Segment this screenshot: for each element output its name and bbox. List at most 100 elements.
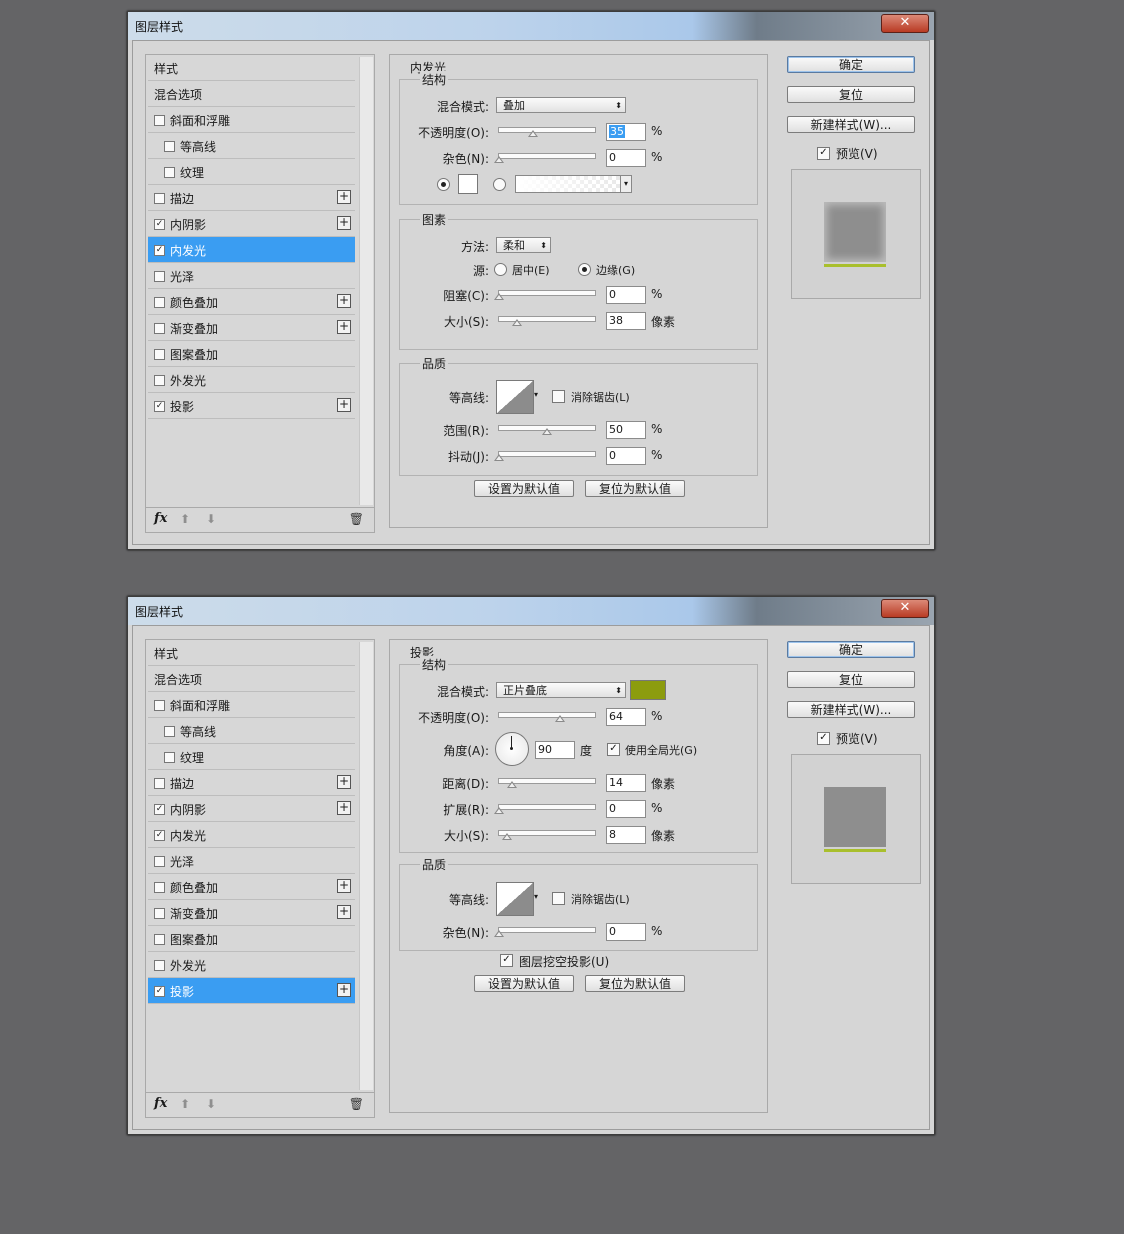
- antialias-checkbox[interactable]: [552, 390, 565, 403]
- trash-icon[interactable]: 🗑: [349, 1097, 364, 1111]
- choke-input[interactable]: 0: [606, 286, 646, 304]
- source-edge-radio[interactable]: [578, 263, 591, 276]
- list-item-texture[interactable]: 纹理: [148, 744, 355, 770]
- list-item-inner-shadow[interactable]: ✓ 内阴影 +: [148, 211, 355, 237]
- checkbox[interactable]: [164, 752, 175, 763]
- add-effect-button[interactable]: +: [337, 801, 351, 815]
- list-item-pattern-overlay[interactable]: 图案叠加: [148, 926, 355, 952]
- fx-icon[interactable]: fx: [154, 1096, 167, 1111]
- list-item-satin[interactable]: 光泽: [148, 848, 355, 874]
- list-item-gradient-overlay[interactable]: 渐变叠加 +: [148, 900, 355, 926]
- checkbox[interactable]: [164, 726, 175, 737]
- size-slider[interactable]: [498, 830, 596, 840]
- make-default-button[interactable]: 设置为默认值: [474, 975, 574, 992]
- noise-input[interactable]: 0: [606, 923, 646, 941]
- add-effect-button[interactable]: +: [337, 320, 351, 334]
- opacity-slider[interactable]: [498, 127, 596, 137]
- noise-slider[interactable]: [494, 927, 596, 937]
- slider-knob[interactable]: [494, 156, 504, 163]
- size-input[interactable]: 8: [606, 826, 646, 844]
- slider-knob[interactable]: [555, 715, 566, 722]
- size-slider[interactable]: [498, 316, 596, 326]
- angle-input[interactable]: 90: [535, 741, 575, 759]
- opacity-input[interactable]: 35: [606, 123, 646, 141]
- noise-slider[interactable]: [494, 153, 596, 163]
- knockout-checkbox[interactable]: ✓: [500, 954, 513, 967]
- checkbox[interactable]: [154, 115, 165, 126]
- add-effect-button[interactable]: +: [337, 294, 351, 308]
- list-item-color-overlay[interactable]: 颜色叠加 +: [148, 874, 355, 900]
- list-item-stroke[interactable]: 描边 +: [148, 185, 355, 211]
- checkbox-checked[interactable]: ✓: [154, 804, 165, 815]
- slider-knob[interactable]: [542, 428, 552, 435]
- list-header-styles[interactable]: 样式: [148, 640, 355, 666]
- move-down-icon[interactable]: ⬇: [206, 512, 216, 526]
- glow-color-swatch[interactable]: [458, 174, 478, 194]
- make-default-button[interactable]: 设置为默认值: [474, 480, 574, 497]
- range-input[interactable]: 50: [606, 421, 646, 439]
- range-slider[interactable]: [498, 425, 596, 435]
- opacity-input[interactable]: 64: [606, 708, 646, 726]
- list-item-drop-shadow[interactable]: ✓ 投影 +: [148, 978, 355, 1004]
- checkbox-checked[interactable]: ✓: [154, 401, 165, 412]
- close-button[interactable]: ✕: [881, 599, 929, 618]
- list-item-stroke[interactable]: 描边 +: [148, 770, 355, 796]
- list-item-outer-glow[interactable]: 外发光: [148, 952, 355, 978]
- list-item-inner-glow[interactable]: ✓ 内发光: [148, 822, 355, 848]
- reset-button[interactable]: 复位: [787, 86, 915, 103]
- jitter-input[interactable]: 0: [606, 447, 646, 465]
- checkbox[interactable]: [164, 141, 175, 152]
- opacity-slider[interactable]: [498, 712, 596, 722]
- slider-knob[interactable]: [494, 930, 504, 937]
- checkbox[interactable]: [154, 271, 165, 282]
- blend-mode-select[interactable]: 叠加 ⬍: [496, 97, 626, 113]
- checkbox[interactable]: [164, 167, 175, 178]
- list-item-blending-options[interactable]: 混合选项: [148, 81, 355, 107]
- scrollbar[interactable]: [359, 642, 373, 1090]
- gradient-picker[interactable]: [515, 175, 627, 193]
- checkbox[interactable]: [154, 856, 165, 867]
- ok-button[interactable]: 确定: [787, 56, 915, 73]
- technique-select[interactable]: 柔和 ⬍: [496, 237, 551, 253]
- reset-to-default-button[interactable]: 复位为默认值: [585, 480, 685, 497]
- list-item-satin[interactable]: 光泽: [148, 263, 355, 289]
- scrollbar[interactable]: [359, 57, 373, 505]
- spread-slider[interactable]: [494, 804, 596, 814]
- spread-input[interactable]: 0: [606, 800, 646, 818]
- checkbox[interactable]: [154, 349, 165, 360]
- checkbox-checked[interactable]: ✓: [154, 245, 165, 256]
- reset-to-default-button[interactable]: 复位为默认值: [585, 975, 685, 992]
- checkbox[interactable]: [154, 323, 165, 334]
- list-header-styles[interactable]: 样式: [148, 55, 355, 81]
- new-style-button[interactable]: 新建样式(W)...: [787, 701, 915, 718]
- list-item-color-overlay[interactable]: 颜色叠加 +: [148, 289, 355, 315]
- checkbox[interactable]: [154, 934, 165, 945]
- close-button[interactable]: ✕: [881, 14, 929, 33]
- slider-knob[interactable]: [512, 319, 523, 326]
- angle-dial[interactable]: [495, 732, 529, 766]
- list-item-blending-options[interactable]: 混合选项: [148, 666, 355, 692]
- slider-knob[interactable]: [494, 454, 504, 461]
- checkbox[interactable]: [154, 193, 165, 204]
- reset-button[interactable]: 复位: [787, 671, 915, 688]
- choke-slider[interactable]: [494, 290, 596, 300]
- noise-input[interactable]: 0: [606, 149, 646, 167]
- add-effect-button[interactable]: +: [337, 190, 351, 204]
- checkbox[interactable]: [154, 297, 165, 308]
- contour-dropdown-icon[interactable]: ▾: [534, 892, 538, 901]
- list-item-inner-shadow[interactable]: ✓ 内阴影 +: [148, 796, 355, 822]
- new-style-button[interactable]: 新建样式(W)...: [787, 116, 915, 133]
- move-up-icon[interactable]: ⬆: [180, 1097, 190, 1111]
- add-effect-button[interactable]: +: [337, 398, 351, 412]
- list-item-bevel[interactable]: 斜面和浮雕: [148, 692, 355, 718]
- gradient-radio[interactable]: [493, 178, 506, 191]
- checkbox[interactable]: [154, 960, 165, 971]
- list-item-bevel[interactable]: 斜面和浮雕: [148, 107, 355, 133]
- checkbox-checked[interactable]: ✓: [154, 986, 165, 997]
- checkbox-checked[interactable]: ✓: [154, 830, 165, 841]
- contour-thumbnail[interactable]: [496, 380, 534, 414]
- list-item-texture[interactable]: 纹理: [148, 159, 355, 185]
- list-item-outer-glow[interactable]: 外发光: [148, 367, 355, 393]
- distance-slider[interactable]: [498, 778, 596, 788]
- add-effect-button[interactable]: +: [337, 879, 351, 893]
